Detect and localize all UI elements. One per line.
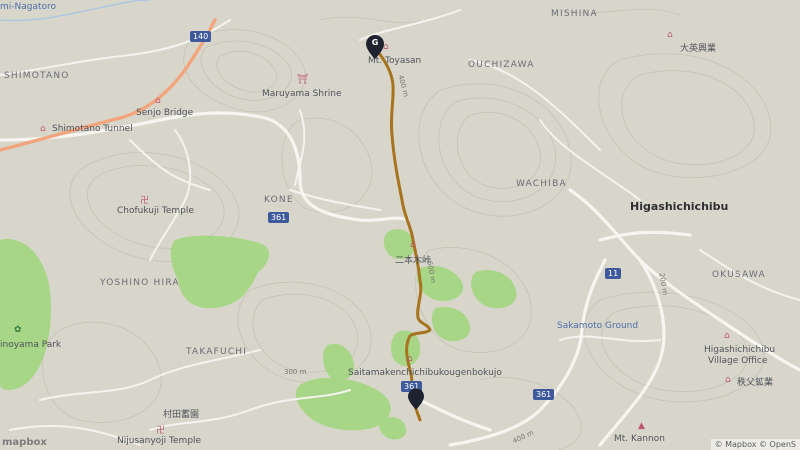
- place-label-ouchizawa: OUCHIZAWA: [468, 60, 535, 70]
- town-label-higashichichibu: Higashichichibu: [630, 200, 729, 213]
- place-label-takafuchi: TAKAFUCHI: [186, 347, 248, 357]
- place-label-yoshino-hira: YOSHINO HIRA: [100, 278, 180, 288]
- map-canvas[interactable]: mi-Nagatoro SHIMOTANO MISHINA OUCHIZAWA …: [0, 0, 800, 450]
- poi-label-daiei[interactable]: 大英興業: [680, 41, 716, 54]
- road-shield-361: 361: [533, 389, 555, 400]
- poi-icon: ⌂: [40, 124, 46, 134]
- poi-label-village-office-line1[interactable]: Higashichichibu: [704, 345, 775, 355]
- park-icon: ✿: [14, 325, 22, 335]
- temple-icon: 卍: [140, 196, 150, 206]
- poi-label-sakamoto-ground[interactable]: Sakamoto Ground: [557, 321, 638, 331]
- poi-icon: ⌂: [155, 96, 161, 106]
- poi-label-shimotano-tunnel[interactable]: Shimotano Tunnel: [52, 124, 133, 134]
- place-label-mi-nagatoro: mi-Nagatoro: [0, 2, 57, 12]
- place-label-okusawa: OKUSAWA: [712, 270, 766, 280]
- mountain-icon: ▲: [638, 421, 645, 431]
- poi-label-village-office-line2[interactable]: Village Office: [708, 356, 767, 366]
- pass-icon: ⌂: [410, 240, 416, 250]
- contour-label: 300 m: [284, 368, 307, 376]
- temple-icon: 卍: [156, 426, 166, 436]
- poi-label-chichibu-mining[interactable]: 秩父鉱業: [737, 375, 773, 388]
- poi-label-murata[interactable]: 村田蓄園: [163, 407, 199, 420]
- poi-label-mt-kannon[interactable]: Mt. Kannon: [614, 434, 665, 444]
- attribution[interactable]: © Mapbox © OpenS: [710, 439, 800, 450]
- goal-marker-label: G: [371, 38, 379, 47]
- poi-label-minoyama-park[interactable]: inoyama Park: [0, 340, 61, 350]
- farm-icon: ⌂: [407, 354, 413, 364]
- office-icon: ⌂: [724, 331, 730, 341]
- poi-label-saitama-farm[interactable]: Saitamakenchichibukougenbokujo: [348, 368, 502, 378]
- map-layers: [0, 0, 800, 450]
- poi-icon: ⌂: [725, 375, 731, 385]
- place-label-wachiba: WACHIBA: [516, 179, 567, 189]
- road-shield-11: 11: [605, 268, 622, 279]
- poi-icon: ⌂: [667, 30, 673, 40]
- poi-label-senjo-bridge[interactable]: Senjo Bridge: [136, 108, 193, 118]
- map-pin-icon: [408, 388, 424, 410]
- mapbox-logo[interactable]: mapbox: [2, 437, 47, 448]
- road-shield-140: 140: [190, 31, 212, 42]
- place-label-shimotano: SHIMOTANO: [4, 71, 70, 81]
- place-label-kone: KONE: [264, 195, 294, 205]
- poi-label-nijusanyoji-temple[interactable]: Nijusanyoji Temple: [117, 436, 201, 446]
- road-shield-361: 361: [268, 212, 290, 223]
- shrine-icon: ⛩: [297, 75, 309, 85]
- poi-label-maruyama-shrine[interactable]: Maruyama Shrine: [262, 89, 342, 99]
- place-label-mishina: MISHINA: [551, 9, 598, 19]
- poi-label-chofukuji-temple[interactable]: Chofukuji Temple: [117, 206, 194, 216]
